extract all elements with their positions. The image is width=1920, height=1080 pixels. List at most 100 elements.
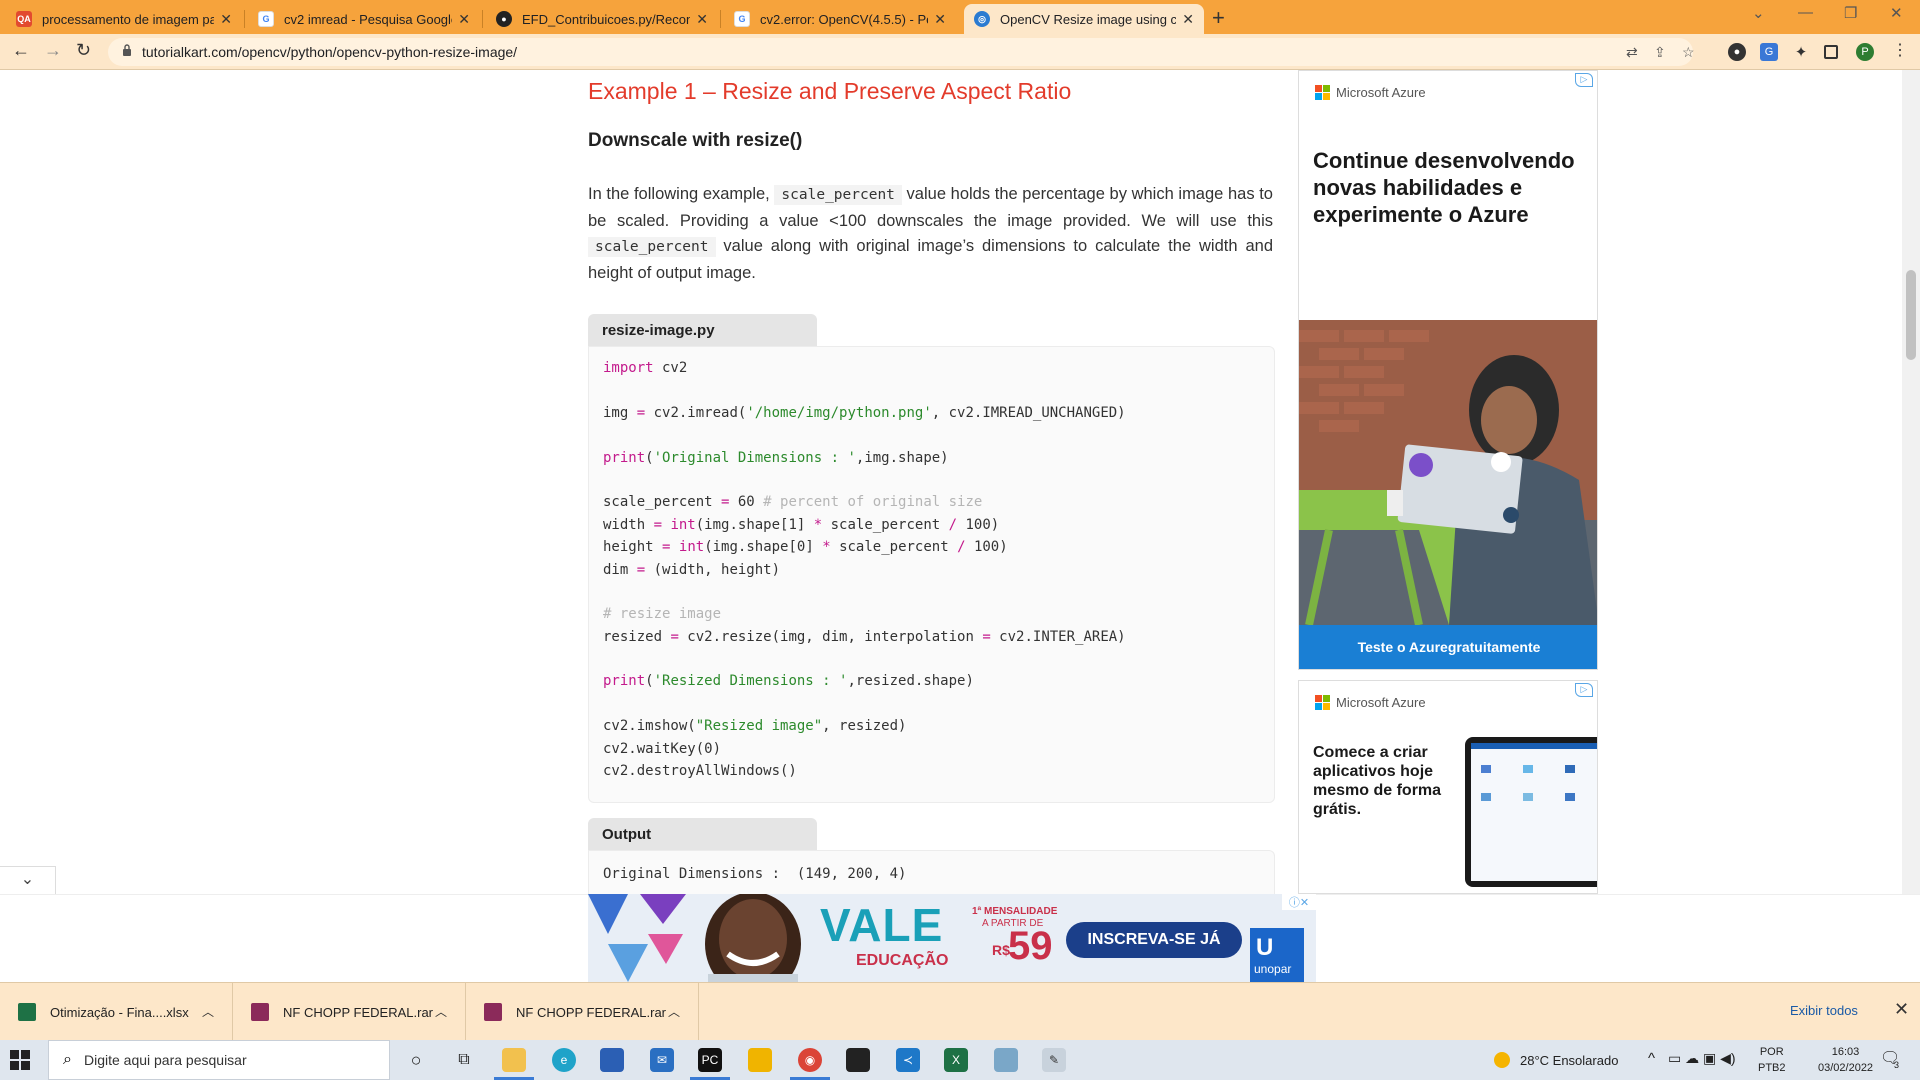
close-downloads-icon[interactable]: ✕ [1894, 999, 1909, 1020]
output-block[interactable]: Original Dimensions : (149, 200, 4) [588, 850, 1275, 894]
code-line: cv2.destroyAllWindows() [603, 763, 797, 780]
file-explorer-icon[interactable] [502, 1048, 526, 1072]
tab-bar: QA processamento de imagem para ✕ G cv2 … [0, 0, 1920, 34]
clock[interactable]: 16:03 03/02/2022 [1818, 1044, 1873, 1076]
chevron-up-icon[interactable]: ︿ [435, 1003, 447, 1020]
remote-desktop-icon[interactable] [994, 1048, 1018, 1072]
chevron-up-icon[interactable]: ︿ [202, 1003, 214, 1020]
tab-cv2-imread[interactable]: G cv2 imread - Pesquisa Google ✕ [248, 4, 480, 34]
extension-icon[interactable]: ● [1728, 43, 1746, 61]
address-bar[interactable]: tutorialkart.com/opencv/python/opencv-py… [108, 38, 1695, 66]
microsoft-logo-icon [1315, 85, 1330, 100]
forward-icon[interactable]: → [44, 40, 62, 61]
adchoices-icon[interactable]: ▷ [1575, 73, 1593, 87]
clock-time: 16:03 [1831, 1046, 1860, 1058]
sidepanel-icon[interactable] [1824, 45, 1838, 59]
adchoices-icon[interactable]: ▷ [1575, 683, 1593, 697]
close-window-button[interactable]: ✕ [1890, 4, 1903, 22]
azure-ad-2[interactable]: ▷ Microsoft Azure Comece a criar aplicat… [1298, 680, 1598, 894]
github-icon: ● [496, 11, 512, 27]
excel-icon [18, 1003, 36, 1021]
taskbar-search-box[interactable]: ⌕ Digite aqui para pesquisar [48, 1040, 390, 1080]
winrar-icon [251, 1003, 269, 1021]
scrollbar-thumb[interactable] [1906, 270, 1916, 360]
inline-code: scale_percent [588, 237, 716, 257]
show-all-downloads-link[interactable]: Exibir todos [1790, 1003, 1858, 1018]
qa-icon: QA [16, 11, 32, 27]
tab-github[interactable]: ● EFD_Contribuicoes.py/Reconhec ✕ [486, 4, 718, 34]
pycharm-icon[interactable]: PC [698, 1048, 722, 1072]
mail-icon[interactable]: ✉ [650, 1048, 674, 1072]
ad-cta-button[interactable]: Teste o Azuregratuitamente [1299, 625, 1597, 669]
collapse-ad-button[interactable]: ⌄ [0, 866, 56, 894]
code-block[interactable]: import cv2 img = cv2.imread('/home/img/p… [588, 346, 1275, 803]
tab-search-icon[interactable]: ⌄ [1752, 4, 1765, 22]
tab-cv2-error[interactable]: G cv2.error: OpenCV(4.5.5) - Pesqu ✕ [724, 4, 956, 34]
close-icon[interactable]: ✕ [1182, 11, 1194, 28]
close-icon[interactable]: ✕ [220, 11, 232, 28]
powerbi-icon[interactable] [748, 1048, 772, 1072]
tutorialkart-icon: ◎ [974, 11, 990, 27]
unopar-banner-ad[interactable]: VALE EDUCAÇÃO 1ª MENSALIDADE A PARTIR DE… [588, 894, 1316, 982]
unopar-logo-icon: U [1256, 934, 1274, 961]
vertical-scrollbar[interactable] [1902, 70, 1920, 982]
puzzle-icon[interactable]: ✦ [1792, 43, 1810, 61]
new-tab-button[interactable]: + [1212, 5, 1225, 31]
woman-laptop-image [1299, 320, 1597, 625]
banner-cta-button[interactable]: INSCREVA-SE JÁ [1066, 922, 1242, 958]
vscode-icon[interactable]: ≺ [896, 1048, 920, 1072]
description-paragraph: In the following example, scale_percent … [588, 182, 1273, 286]
share-icon[interactable]: ⇪ [1654, 44, 1666, 61]
snipping-tool-icon[interactable]: ✎ [1042, 1048, 1066, 1072]
microsoft-logo-icon [1315, 695, 1330, 710]
language-indicator[interactable]: POR PTB2 [1758, 1044, 1786, 1076]
lock-icon [123, 44, 131, 56]
download-item[interactable]: NF CHOPP FEDERAL.rar ︿ [466, 983, 699, 1041]
output-line: Original Dimensions : (149, 200, 4) [603, 866, 907, 882]
banner-promo1: 1ª MENSALIDADE [972, 906, 1058, 917]
excel-taskbar-icon[interactable]: X [944, 1048, 968, 1072]
task-view-icon[interactable]: ⧉ [452, 1048, 476, 1072]
close-icon[interactable]: ✕ [458, 11, 470, 28]
language-code: POR [1759, 1046, 1784, 1058]
reload-icon[interactable]: ↻ [76, 40, 91, 61]
restore-button[interactable]: ❐ [1844, 4, 1857, 22]
weather-text[interactable]: 28°C Ensolarado [1520, 1053, 1618, 1068]
back-icon[interactable]: ← [12, 40, 30, 61]
cortana-icon[interactable]: ○ [404, 1048, 428, 1072]
code-line: print('Resized Dimensions : ',resized.sh… [603, 673, 974, 690]
windows-start-icon[interactable] [10, 1050, 30, 1070]
translate-icon[interactable]: ⇄ [1626, 44, 1638, 61]
tab-processamento[interactable]: QA processamento de imagem para ✕ [6, 4, 242, 34]
weather-sun-icon[interactable] [1494, 1052, 1510, 1068]
download-item[interactable]: NF CHOPP FEDERAL.rar ︿ [233, 983, 466, 1041]
url-text: tutorialkart.com/opencv/python/opencv-py… [142, 44, 518, 60]
ad-photo [1299, 320, 1597, 625]
download-item[interactable]: Otimização - Fina....xlsx ︿ [0, 983, 233, 1041]
chevron-up-icon[interactable]: ︿ [668, 1003, 680, 1020]
azure-ad-1[interactable]: ▷ Microsoft Azure Continue desenvolvendo… [1298, 70, 1598, 670]
chrome-icon[interactable]: ◉ [798, 1048, 822, 1072]
browser-toolbar: ← → ↻ tutorialkart.com/opencv/python/ope… [0, 34, 1920, 70]
tray-chevron-icon[interactable]: ^ [1648, 1050, 1655, 1067]
notepad-icon[interactable] [846, 1048, 870, 1072]
minimize-button[interactable]: — [1798, 4, 1813, 21]
translate-extension-icon[interactable]: G [1760, 43, 1778, 61]
banner-price: 59 [1008, 924, 1053, 968]
tab-opencv-resize[interactable]: ◎ OpenCV Resize image using cv2. ✕ [964, 4, 1204, 34]
bookmark-star-icon[interactable]: ☆ [1682, 44, 1695, 61]
ad-close-icon[interactable]: ⓘ✕ [1282, 894, 1316, 910]
close-icon[interactable]: ✕ [696, 11, 708, 28]
edge-icon[interactable]: e [552, 1048, 576, 1072]
store-icon[interactable] [600, 1048, 624, 1072]
ad-brand-text: Microsoft Azure [1336, 85, 1426, 100]
page-content: Example 1 – Resize and Preserve Aspect R… [0, 70, 1920, 894]
menu-icon[interactable]: ⋮ [1892, 40, 1908, 60]
search-icon: ⌕ [63, 1051, 72, 1068]
avatar[interactable]: P [1856, 43, 1874, 61]
close-icon[interactable]: ✕ [934, 11, 946, 28]
tray-icons[interactable]: ▭ ☁ ▣ ◀) [1668, 1050, 1736, 1067]
download-name: Otimização - Fina....xlsx [50, 1004, 189, 1020]
code-line: width = int(img.shape[1] * scale_percent… [603, 516, 1000, 533]
tab-title: processamento de imagem para [42, 11, 215, 27]
